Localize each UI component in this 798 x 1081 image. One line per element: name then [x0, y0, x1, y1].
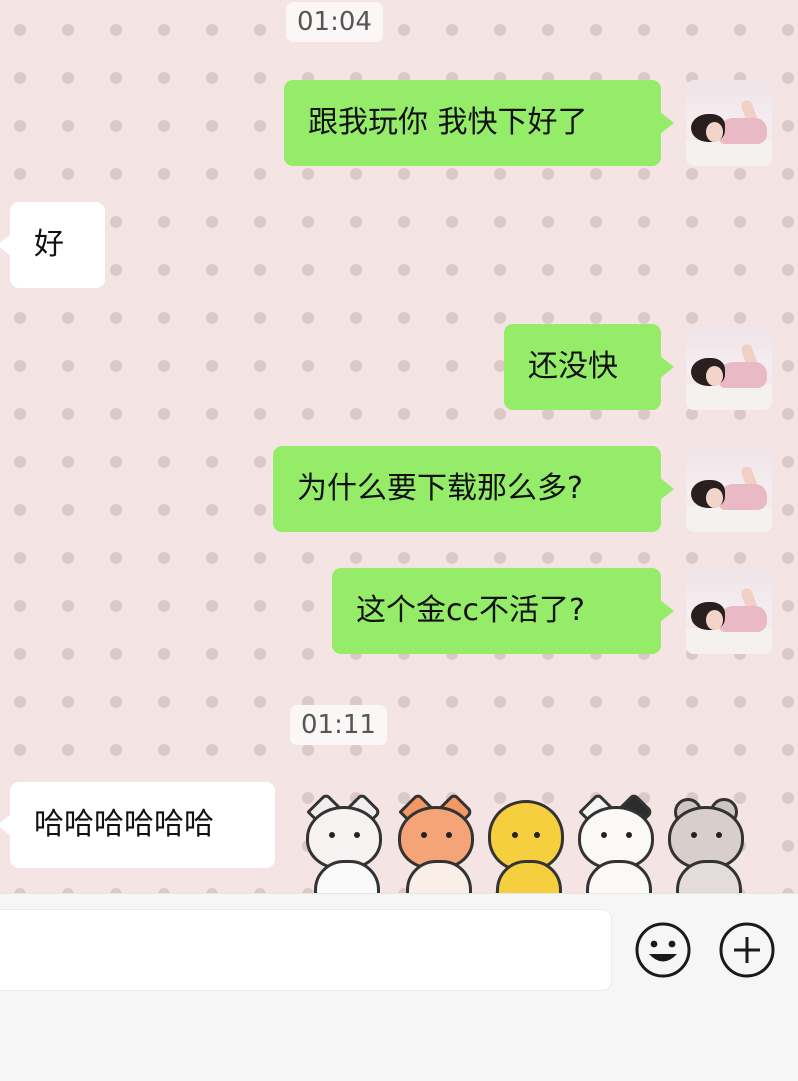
user-avatar[interactable] — [686, 324, 772, 410]
message-bubble-outgoing[interactable]: 还没快 — [504, 324, 674, 410]
smiley-face-icon[interactable] — [634, 921, 692, 979]
user-avatar[interactable] — [686, 568, 772, 654]
fox-sticker-icon — [394, 792, 478, 893]
input-bar — [0, 893, 798, 1081]
duck-sticker-icon — [484, 792, 568, 893]
message-bubble-outgoing[interactable]: 为什么要下载那么多? — [273, 446, 674, 532]
message-input[interactable] — [0, 909, 612, 991]
user-avatar[interactable] — [686, 80, 772, 166]
timestamp: 01:04 — [286, 2, 383, 42]
message-bubble-outgoing[interactable]: 跟我玩你 我快下好了 — [284, 80, 674, 166]
message-bubble-incoming[interactable]: 好 — [0, 202, 105, 288]
chat-area[interactable]: 01:04 跟我玩你 我快下好了 好 还没快 为什么要下载那么多? 这个金cc不… — [0, 0, 798, 893]
calico-cat-sticker-icon — [574, 792, 658, 893]
cat-sticker-icon — [302, 792, 386, 893]
bear-sticker-icon — [664, 792, 748, 893]
plus-circle-icon[interactable] — [718, 921, 776, 979]
message-bubble-outgoing[interactable]: 这个金cc不活了? — [332, 568, 674, 654]
timestamp: 01:11 — [290, 705, 387, 745]
message-bubble-incoming[interactable]: 哈哈哈哈哈哈 — [0, 782, 275, 868]
user-avatar[interactable] — [686, 446, 772, 532]
